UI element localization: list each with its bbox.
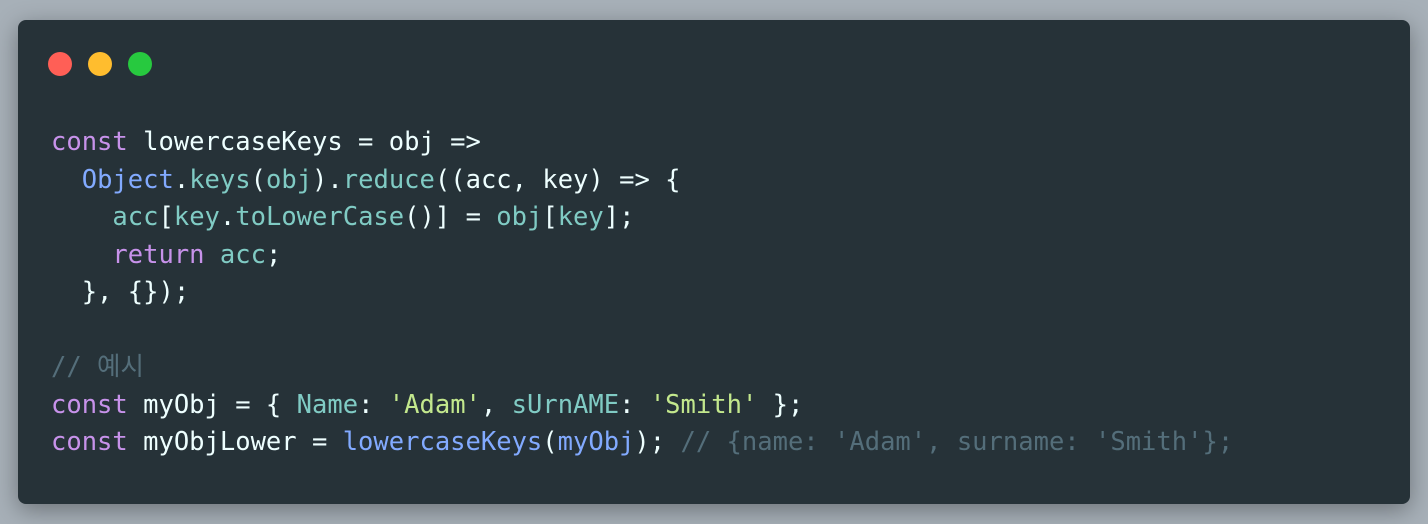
code-token-ident: acc — [112, 202, 159, 232]
code-token-plain: ); — [634, 427, 681, 457]
code-line: acc[key.toLowerCase()] = obj[key]; — [51, 199, 1233, 237]
code-token-ident: key — [557, 202, 604, 232]
code-line: const myObjLower = lowercaseKeys(myObj);… — [51, 424, 1233, 462]
code-token-ident: reduce — [342, 164, 435, 195]
code-token-plain: myObjLower = — [127, 427, 343, 457]
code-token-plain: }; — [757, 389, 804, 420]
code-token-ident: key — [173, 202, 220, 232]
code-token-comment: // {name: 'Adam', surname: 'Smith'}; — [680, 427, 1234, 457]
code-token-func: myObj — [557, 427, 635, 457]
window-controls — [48, 52, 152, 76]
zoom-dot-icon[interactable] — [128, 52, 152, 76]
code-line: const myObj = { Name: 'Adam', sUrnAME: '… — [51, 387, 1233, 425]
code-token-plain: [ — [158, 202, 174, 232]
code-token-plain: [ — [542, 202, 558, 232]
code-line: Object.keys(obj).reduce((acc, key) => { — [51, 162, 1233, 200]
code-token-plain: ( — [542, 427, 558, 457]
code-token-ident: keys — [189, 164, 251, 195]
code-token-keyword: return — [112, 239, 205, 270]
code-token-func: Object — [81, 164, 174, 195]
code-token-plain: , — [480, 389, 512, 420]
code-token-plain: ). — [312, 164, 343, 195]
code-token-comment: // 예시 — [51, 352, 144, 382]
code-line: const lowercaseKeys = obj => — [51, 124, 1233, 162]
code-token-plain: . — [219, 202, 236, 232]
code-token-ident: acc — [219, 239, 266, 270]
code-token-ident: obj — [265, 164, 313, 195]
code-token-plain: ]; — [603, 202, 635, 232]
close-dot-icon[interactable] — [48, 52, 72, 76]
code-token-ident: Name — [296, 389, 359, 420]
code-token-keyword: const — [51, 389, 128, 420]
code-token-ident: obj — [496, 202, 543, 232]
code-token-keyword: const — [51, 127, 128, 157]
code-token-string: 'Smith' — [649, 389, 758, 420]
code-token-ident: toLowerCase — [235, 202, 405, 232]
code-token-plain: myObj = { — [127, 389, 297, 420]
code-token-plain: lowercaseKeys = obj => — [127, 127, 481, 157]
code-line: // 예시 — [51, 349, 1233, 387]
code-token-ident: sUrnAME — [511, 389, 620, 420]
code-token-plain: : — [358, 389, 389, 420]
minimize-dot-icon[interactable] — [88, 52, 112, 76]
code-token-keyword: const — [51, 427, 128, 457]
code-line: }, {}); — [51, 274, 1233, 312]
code-token-plain: ((acc, key) => { — [434, 164, 681, 195]
code-token-plain: ( — [250, 164, 266, 195]
code-window: const lowercaseKeys = obj => Object.keys… — [18, 20, 1410, 504]
code-token-plain: : — [619, 389, 650, 420]
code-token-plain: ; — [265, 239, 282, 270]
code-token-plain: . — [173, 164, 190, 195]
code-token-func: lowercaseKeys — [342, 427, 543, 457]
code-line: return acc; — [51, 237, 1233, 275]
code-token-string: 'Adam' — [388, 389, 481, 420]
code-token-plain: ()] = — [404, 202, 497, 232]
code-block: const lowercaseKeys = obj => Object.keys… — [51, 124, 1233, 462]
code-token-plain: }, {}); — [51, 277, 190, 307]
